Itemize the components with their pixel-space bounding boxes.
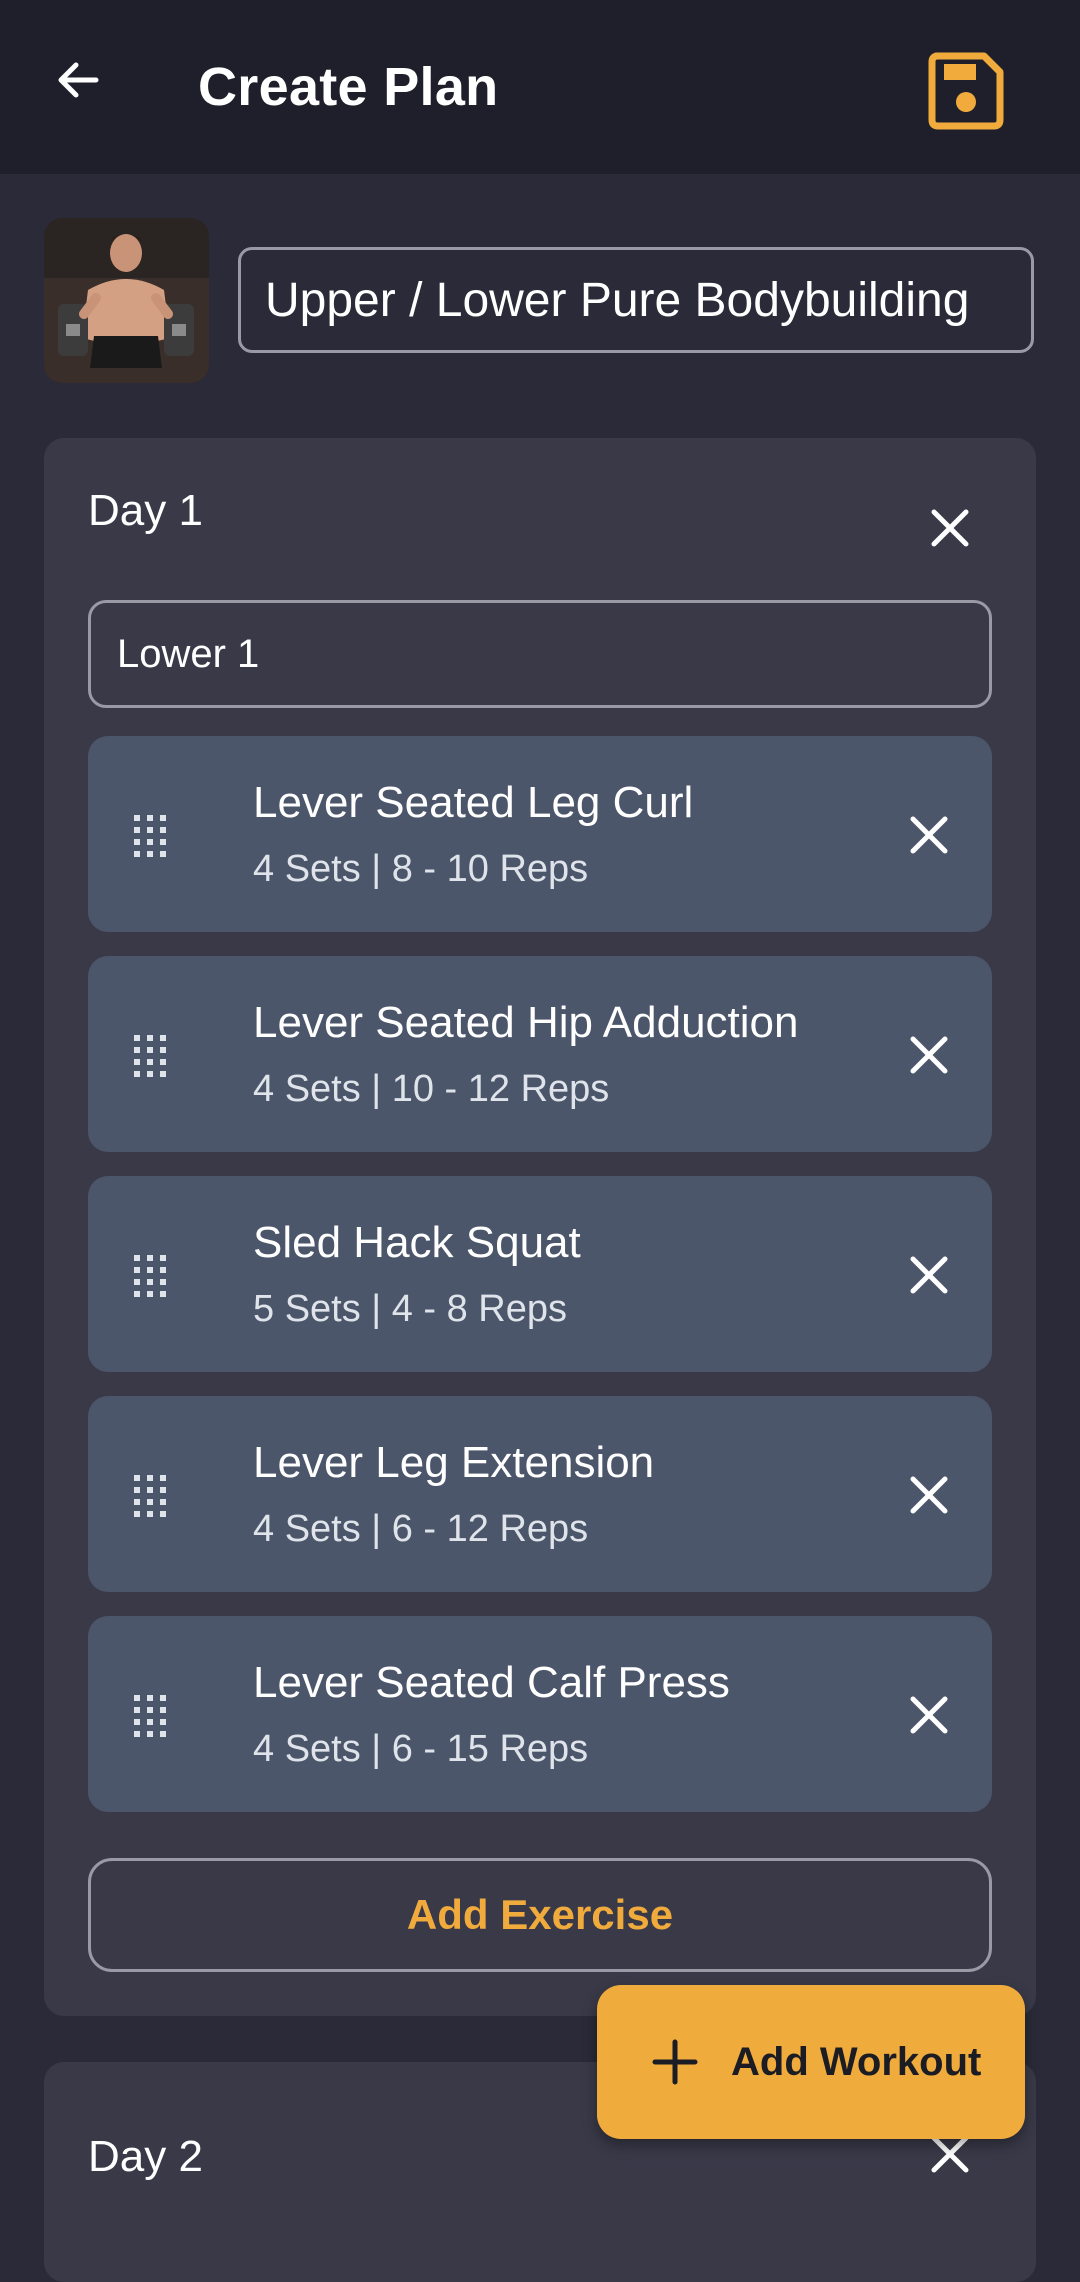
add-workout-button[interactable]: Add Workout	[597, 1985, 1025, 2139]
exercise-item[interactable]: Lever Seated Leg Curl 4 Sets | 8 - 10 Re…	[88, 736, 992, 932]
page-title: Create Plan	[198, 57, 499, 117]
exercise-item[interactable]: Sled Hack Squat 5 Sets | 4 - 8 Reps	[88, 1176, 992, 1372]
drag-handle-icon[interactable]	[133, 1474, 167, 1518]
exercise-detail: 5 Sets | 4 - 8 Reps	[253, 1288, 568, 1330]
drag-handle-icon[interactable]	[133, 1034, 167, 1078]
athlete-photo	[44, 218, 209, 383]
day-card-1: Day 1 Lever Seated Leg Curl 4 Sets | 8 -…	[44, 438, 1036, 2016]
exercise-item[interactable]: Lever Leg Extension 4 Sets | 6 - 12 Reps	[88, 1396, 992, 1592]
exercise-detail: 4 Sets | 6 - 12 Reps	[253, 1508, 589, 1550]
remove-day-button[interactable]	[926, 504, 974, 552]
exercise-name: Lever Seated Leg Curl	[253, 778, 694, 827]
app-bar: Create Plan	[0, 0, 1080, 174]
exercise-name: Lever Seated Hip Adduction	[253, 998, 799, 1047]
drag-handle-icon[interactable]	[133, 1694, 167, 1738]
workout-name-input[interactable]	[88, 600, 992, 708]
exercise-item[interactable]: Lever Seated Hip Adduction 4 Sets | 10 -…	[88, 956, 992, 1152]
add-exercise-button[interactable]: Add Exercise	[88, 1858, 992, 1972]
drag-handle-icon[interactable]	[133, 1254, 167, 1298]
close-icon	[910, 1036, 948, 1074]
drag-handle-icon[interactable]	[133, 814, 167, 858]
remove-exercise-button[interactable]	[905, 1471, 953, 1519]
back-button[interactable]	[50, 52, 106, 108]
plus-icon	[652, 2039, 698, 2085]
close-icon	[910, 1476, 948, 1514]
plan-name-input[interactable]	[238, 247, 1034, 353]
remove-exercise-button[interactable]	[905, 811, 953, 859]
floppy-disk-icon	[928, 52, 1004, 130]
remove-exercise-button[interactable]	[905, 1691, 953, 1739]
close-icon	[931, 509, 969, 547]
remove-exercise-button[interactable]	[905, 1251, 953, 1299]
exercise-name: Sled Hack Squat	[253, 1218, 581, 1267]
close-icon	[910, 1256, 948, 1294]
exercise-detail: 4 Sets | 8 - 10 Reps	[253, 848, 589, 890]
save-button[interactable]	[926, 50, 1006, 130]
close-icon	[910, 1696, 948, 1734]
day-label: Day 2	[88, 2132, 203, 2181]
day-label: Day 1	[88, 486, 203, 535]
close-icon	[910, 816, 948, 854]
exercise-name: Lever Leg Extension	[253, 1438, 655, 1487]
arrow-left-icon	[58, 62, 99, 98]
exercise-detail: 4 Sets | 6 - 15 Reps	[253, 1728, 589, 1770]
exercise-detail: 4 Sets | 10 - 12 Reps	[253, 1068, 610, 1110]
exercise-name: Lever Seated Calf Press	[253, 1658, 730, 1707]
exercise-item[interactable]: Lever Seated Calf Press 4 Sets | 6 - 15 …	[88, 1616, 992, 1812]
remove-exercise-button[interactable]	[905, 1031, 953, 1079]
add-workout-label: Add Workout	[731, 2039, 982, 2084]
plan-cover-image[interactable]	[44, 218, 209, 383]
